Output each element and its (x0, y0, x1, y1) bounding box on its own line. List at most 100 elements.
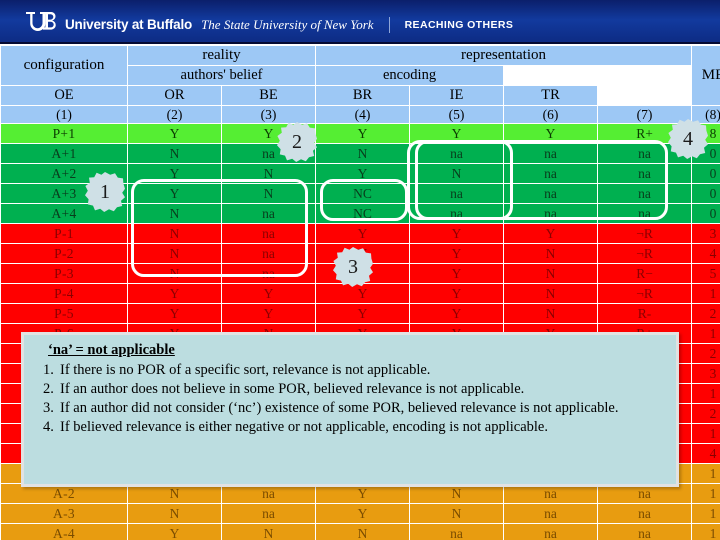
banner-content: University at Buffalo The State Universi… (24, 10, 513, 39)
table-cell: Y (409, 243, 505, 264)
table-cell: 1 (691, 323, 720, 344)
banner-slogan: REACHING OTHERS (404, 18, 514, 31)
table-cell: 5 (691, 263, 720, 284)
table-row: P-1 Nna Y Y Y ¬R 3 (0, 223, 720, 244)
table-cell: Y (503, 223, 599, 244)
banner-divider (388, 16, 390, 33)
callout-title: ‘na’ = not applicable (48, 342, 175, 358)
callout-rule-text: If an author does not believe in some PO… (60, 380, 525, 397)
table-cell: na (597, 163, 693, 184)
table-cell: Y (409, 283, 505, 304)
table-cell: Y (127, 123, 222, 144)
table-cell: 2 (691, 403, 720, 424)
cell-configuration: A+1 (0, 143, 128, 164)
table-cell: N (315, 143, 411, 164)
callout-rule-number: 1. (43, 362, 54, 378)
table-cell: N (127, 143, 222, 164)
callout-rule-item: 1. If there is no POR of a specific sort,… (34, 361, 666, 380)
table-cell: 1 (691, 383, 720, 404)
table-cell: Y (409, 263, 505, 284)
table-cell: na (597, 183, 693, 204)
table-cell: Y (127, 523, 222, 540)
header-sub-ie: IE (409, 85, 505, 106)
table-cell: 4 (691, 243, 720, 264)
cell-configuration: P+1 (0, 123, 128, 144)
cell-configuration: P-1 (0, 223, 128, 244)
table-cell: Y (409, 223, 505, 244)
callout-rule-item: 3. If an author did not consider (‘nc’) e… (34, 399, 666, 418)
table-cell: Y (220, 283, 317, 304)
callout-rule-item: 2. If an author does not believe in some … (34, 380, 666, 399)
slide-canvas: University at Buffalo The State Universi… (0, 0, 720, 540)
table-cell: 0 (691, 163, 720, 184)
cell-configuration: A-3 (0, 503, 128, 524)
table-cell: N (503, 263, 599, 284)
table-cell: N (503, 283, 599, 304)
table-cell: ¬R (597, 283, 693, 304)
header-num-7: (7) (597, 105, 693, 124)
table-cell: na (597, 523, 693, 540)
header-row-1: configuration reality representation ME (0, 45, 720, 106)
header-num-3: (3) (220, 105, 317, 124)
table-cell: na (503, 183, 599, 204)
table-cell: Y (409, 303, 505, 324)
header-num-6: (6) (503, 105, 599, 124)
table-cell: ¬R (597, 223, 693, 244)
callout-rule-text: If believed relevance is either negative… (60, 418, 548, 435)
table-cell: N (220, 523, 317, 540)
table-cell: 1 (691, 283, 720, 304)
table-cell: na (503, 523, 599, 540)
header-authors-belief: authors' belief (126, 65, 317, 86)
table-cell: N (220, 163, 317, 184)
table-cell: R- (597, 303, 693, 324)
cell-configuration: P-4 (0, 283, 128, 304)
callout-rule-list: 1. If there is no POR of a specific sort,… (34, 361, 666, 436)
cell-configuration: P-3 (0, 263, 128, 284)
ub-wordmark: University at Buffalo (65, 17, 193, 32)
table-cell: na (220, 263, 317, 284)
header-sub-oe: OE (0, 85, 128, 106)
cell-configuration: P-2 (0, 243, 128, 264)
table-cell: na (597, 203, 693, 224)
header-num-4: (4) (315, 105, 411, 124)
table-cell: 0 (691, 203, 720, 224)
header-me: ME (691, 45, 720, 106)
header-num-1: (1) (0, 105, 128, 124)
ub-banner: University at Buffalo The State Universi… (0, 0, 720, 44)
table-cell: na (597, 503, 693, 524)
table-cell: 3 (691, 363, 720, 384)
table-cell: 4 (691, 443, 720, 464)
header-representation: representation (315, 45, 693, 66)
table-cell: na (409, 203, 505, 224)
table-cell: Y (315, 123, 411, 144)
header-encoding: encoding (315, 65, 505, 86)
table-cell: na (409, 183, 505, 204)
table-row: P-4 Y Y Y Y N ¬R 1 (0, 283, 720, 304)
table-cell: ¬R (597, 243, 693, 264)
header-num-5: (5) (409, 105, 505, 124)
table-cell: na (503, 203, 599, 224)
table-cell: N (127, 503, 222, 524)
table-cell: Y (315, 283, 411, 304)
table-cell: N (127, 203, 222, 224)
header-row-3: OE OR BE BR IE TR (0, 85, 720, 106)
table-cell: N (503, 303, 599, 324)
table-cell: Y (503, 123, 599, 144)
header-sub-tr: TR (503, 85, 599, 106)
header-configuration: configuration (0, 45, 128, 86)
table-cell: 1 (691, 503, 720, 524)
header-sub-br: BR (315, 85, 411, 106)
cell-configuration: P-5 (0, 303, 128, 324)
callout-rule-number: 3. (43, 399, 54, 416)
table-cell: N (127, 243, 222, 264)
callout-rule-item: 4. If believed relevance is either negati… (34, 418, 666, 437)
header-num-8: (8) (691, 105, 720, 124)
header-sub-or: OR (127, 85, 222, 106)
table-cell: Y (127, 283, 222, 304)
banner-underline (0, 42, 720, 44)
table-cell: na (220, 503, 317, 524)
table-row: A+1 Nna Nna na na 0 (0, 143, 720, 164)
table-cell: NC (315, 183, 411, 204)
table-cell: Y (315, 223, 411, 244)
table-cell: 1 (691, 483, 720, 504)
